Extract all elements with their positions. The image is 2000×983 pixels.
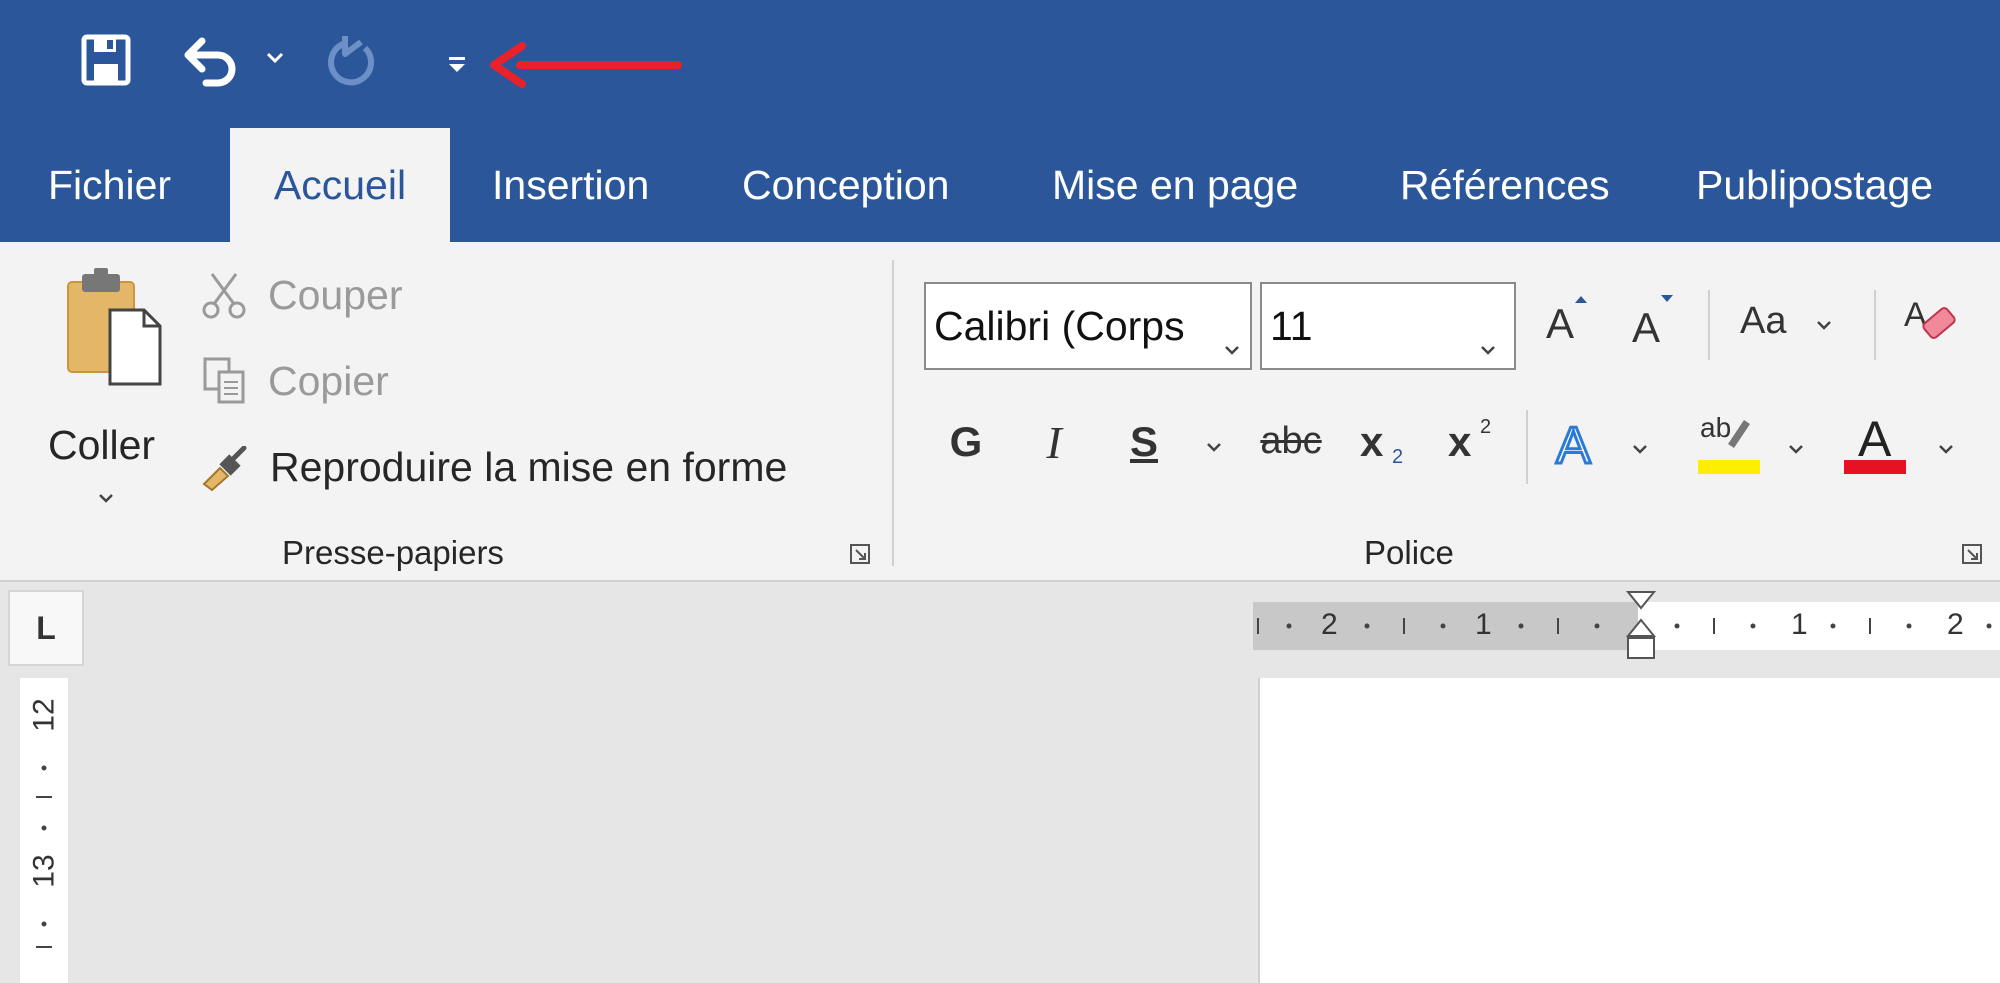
bold-button[interactable]: G <box>946 418 986 466</box>
superscript-sup: 2 <box>1480 416 1492 438</box>
group-separator <box>1708 290 1710 360</box>
ribbon-accueil: Coller Couper Copier Reproduire la mise … <box>0 242 2000 582</box>
group-separator <box>1874 290 1876 360</box>
format-painter-button[interactable]: Reproduire la mise en forme <box>196 438 856 498</box>
shrink-font-label: A <box>1632 304 1661 351</box>
font-size-combo[interactable]: 11 <box>1260 282 1516 370</box>
tab-mise-en-page[interactable]: Mise en page <box>1052 128 1298 242</box>
word-window: Fichier Accueil Insertion Conception Mis… <box>0 0 2000 983</box>
chevron-down-icon <box>1817 321 1831 330</box>
chevron-down-icon <box>1224 318 1240 365</box>
highlighter-pen-icon <box>1728 420 1750 448</box>
copy-button[interactable]: Copier <box>196 352 436 412</box>
tab-accueil[interactable]: Accueil <box>230 128 450 244</box>
underline-button[interactable]: S <box>1124 418 1164 466</box>
vertical-ruler[interactable]: 12 13 <box>20 678 68 983</box>
font-color-button[interactable]: A <box>1842 410 1962 482</box>
scissors-icon <box>200 270 248 325</box>
subscript-base: x <box>1360 418 1384 465</box>
font-size-value: 11 <box>1270 302 1313 349</box>
highlight-button[interactable]: ab <box>1694 410 1814 482</box>
undo-dropdown-chevron-down-icon[interactable] <box>262 46 288 70</box>
clipboard-dialog-launcher-icon[interactable] <box>848 542 872 571</box>
chevron-down-icon <box>1789 445 1803 454</box>
clear-formatting-icon[interactable]: A <box>1900 292 1966 356</box>
cut-button[interactable]: Couper <box>196 266 436 326</box>
title-bar <box>0 0 2000 128</box>
indent-marker[interactable] <box>1625 590 1657 680</box>
underline-chevron-down-icon[interactable] <box>1206 442 1222 452</box>
change-case-label: Aa <box>1740 300 1787 342</box>
paste-label: Coller <box>48 422 156 468</box>
document-page[interactable] <box>1258 678 2000 983</box>
tab-references[interactable]: Références <box>1400 128 1610 242</box>
chevron-down-icon <box>1939 445 1953 454</box>
font-dialog-launcher-icon[interactable] <box>1960 542 1984 571</box>
format-painter-label: Reproduire la mise en forme <box>270 444 788 490</box>
shrink-font-button[interactable]: A <box>1626 286 1686 356</box>
grow-arrow-icon <box>1575 296 1587 303</box>
superscript-base: x <box>1448 418 1472 465</box>
subscript-button[interactable]: x 2 <box>1356 418 1416 478</box>
ribbon-tabs: Fichier Accueil Insertion Conception Mis… <box>0 128 2000 244</box>
text-effects-label: A <box>1555 416 1593 477</box>
subscript-sub: 2 <box>1392 446 1404 468</box>
redo-icon[interactable] <box>322 30 382 92</box>
shrink-arrow-icon <box>1661 295 1673 302</box>
grow-font-button[interactable]: A <box>1540 286 1600 356</box>
superscript-button[interactable]: x 2 <box>1444 416 1504 478</box>
clipboard-group-label: Presse-papiers <box>282 534 504 571</box>
chevron-down-icon <box>1633 445 1647 454</box>
copy-icon <box>202 356 248 411</box>
tab-conception[interactable]: Conception <box>742 128 949 242</box>
copy-label: Copier <box>268 358 389 404</box>
change-case-button[interactable]: Aa <box>1730 292 1840 356</box>
chevron-down-icon <box>98 490 114 508</box>
customize-quick-access-icon[interactable] <box>444 52 470 78</box>
italic-button[interactable]: I <box>1034 416 1074 469</box>
grow-font-label: A <box>1546 300 1575 347</box>
group-separator <box>892 260 894 566</box>
highlight-color-bar <box>1698 460 1760 474</box>
paste-icon <box>64 268 164 388</box>
annotation-arrow <box>484 40 684 90</box>
text-effects-button[interactable]: A <box>1552 414 1662 480</box>
format-painter-icon <box>200 445 250 497</box>
tab-publipostage[interactable]: Publipostage <box>1696 128 1933 242</box>
font-name-value: Calibri (Corps <box>934 302 1185 349</box>
tab-fichier[interactable]: Fichier <box>48 128 171 242</box>
tab-selector[interactable]: L <box>8 590 84 666</box>
tab-insertion[interactable]: Insertion <box>492 128 649 242</box>
chevron-down-icon <box>1480 318 1496 365</box>
ruler-dots <box>36 765 52 948</box>
undo-icon[interactable] <box>178 32 242 90</box>
cut-label: Couper <box>268 272 403 318</box>
font-color-bar <box>1844 460 1906 474</box>
font-group-label: Police <box>1364 534 1454 571</box>
paste-button[interactable]: Coller <box>36 268 176 508</box>
tab-selector-label: L <box>36 609 56 646</box>
font-name-combo[interactable]: Calibri (Corps <box>924 282 1252 370</box>
strikethrough-button[interactable]: abc <box>1256 420 1326 463</box>
group-separator <box>1526 410 1528 484</box>
save-icon[interactable] <box>78 32 134 88</box>
